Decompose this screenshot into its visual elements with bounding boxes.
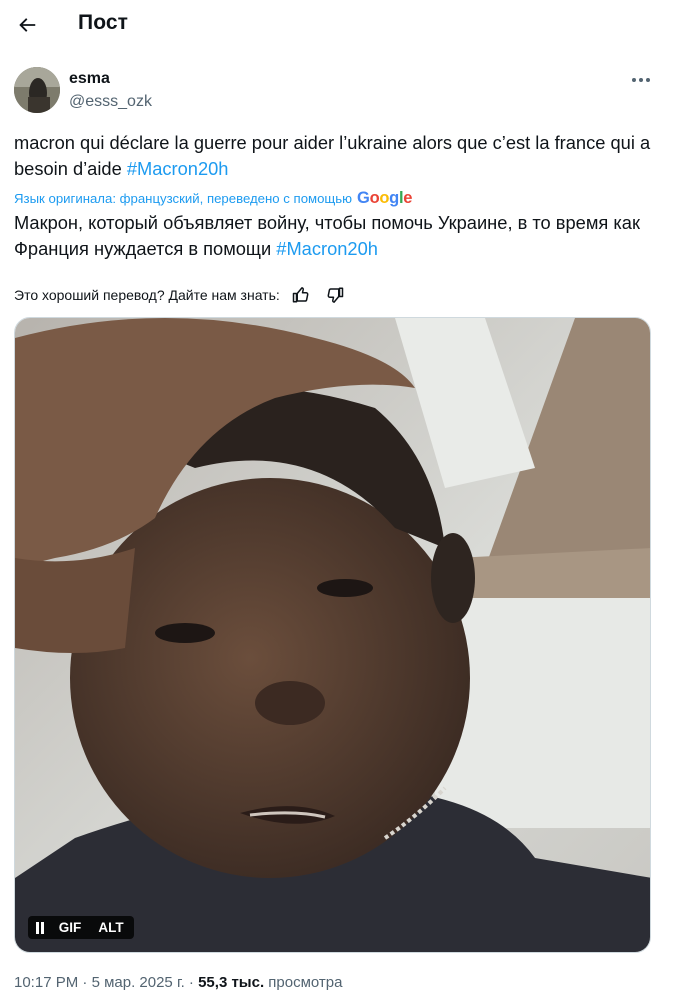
meta-separator: · [78, 974, 92, 991]
avatar[interactable] [14, 67, 60, 113]
thumbs-up-button[interactable] [288, 284, 314, 306]
post-date[interactable]: 5 мар. 2025 г. [92, 974, 185, 991]
google-logo: Google [357, 189, 413, 207]
post-meta: 10:17 PM · 5 мар. 2025 г. · 55,3 тыс. пр… [14, 974, 342, 991]
media-gif[interactable] [14, 317, 651, 953]
thumbs-down-icon [327, 287, 344, 303]
gif-badge: GIF [52, 916, 88, 939]
translated-hashtag-link[interactable]: #Macron20h [276, 238, 378, 259]
translated-text: Макрон, который объявляет войну, чтобы п… [14, 210, 664, 262]
hashtag-link[interactable]: #Macron20h [127, 158, 229, 179]
thumbs-down-button[interactable] [322, 284, 348, 306]
back-arrow-icon [19, 18, 36, 32]
pause-icon [36, 921, 44, 934]
pause-button[interactable] [28, 916, 52, 939]
translation-note-text: Язык оригинала: французский, переведено … [14, 191, 353, 206]
more-options-button[interactable] [624, 66, 658, 94]
alt-text-button[interactable]: ALT [88, 916, 134, 939]
page-title: Пост [78, 11, 129, 34]
translation-feedback: Это хороший перевод? Дайте нам знать: [14, 284, 348, 306]
views-label: просмотра [268, 974, 343, 991]
translation-note: Язык оригинала: французский, переведено … [14, 189, 412, 208]
post-time[interactable]: 10:17 PM [14, 974, 78, 991]
back-button[interactable] [10, 8, 44, 42]
author-name[interactable]: esma [69, 70, 110, 88]
tweet-body: macron qui déclare la guerre pour aider … [14, 132, 651, 179]
feedback-prompt: Это хороший перевод? Дайте нам знать: [14, 287, 280, 303]
top-bar: Пост [0, 0, 679, 50]
thumbs-up-icon [292, 287, 309, 303]
author-handle[interactable]: @esss_ozk [69, 93, 152, 111]
media-controls: GIF ALT [28, 916, 134, 939]
views-count: 55,3 тыс. [198, 974, 265, 991]
more-dots-icon [632, 78, 650, 82]
tweet-text: macron qui déclare la guerre pour aider … [14, 130, 664, 182]
meta-separator: · [184, 974, 199, 991]
